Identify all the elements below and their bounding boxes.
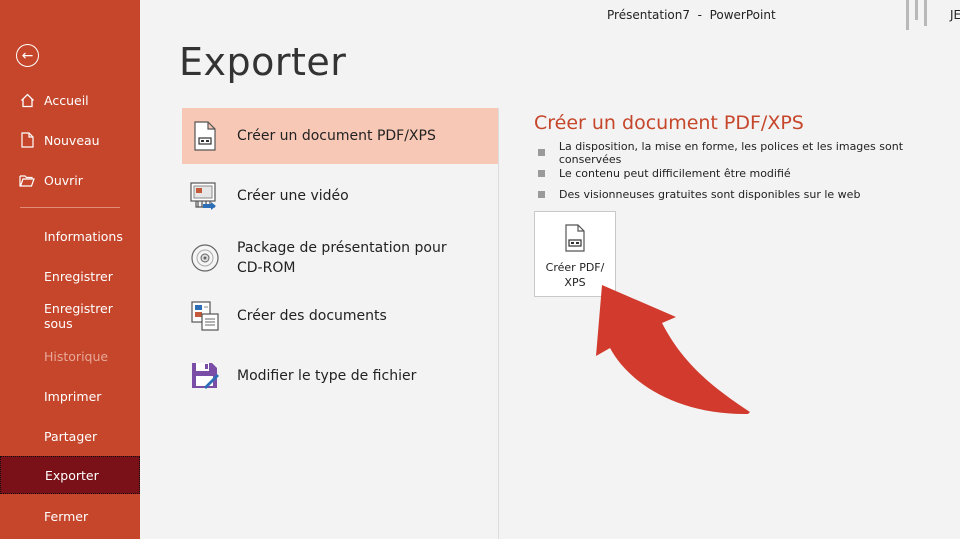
option-change-file-type[interactable]: Modifier le type de fichier xyxy=(182,348,498,404)
sidebar-item-label: Exporter xyxy=(45,467,99,483)
window-title: Présentation7 - PowerPoint xyxy=(607,8,776,22)
option-label-line1: Package de présentation pour xyxy=(237,240,447,256)
sidebar-item-label: Enregistrer sous xyxy=(44,301,113,331)
pdf-document-icon xyxy=(189,118,221,154)
bullet-marker xyxy=(538,191,545,198)
sidebar-item-label: Historique xyxy=(44,348,109,364)
option-label: Créer une vidéo xyxy=(237,188,349,204)
option-create-handouts[interactable]: Créer des documents xyxy=(182,288,498,344)
page-title: Exporter xyxy=(179,40,347,84)
open-folder-icon xyxy=(19,174,35,187)
sidebar-item-historique: Historique xyxy=(0,338,140,374)
bullet-text: La disposition, la mise en forme, les po… xyxy=(558,139,904,166)
sidebar-item-label: Ouvrir xyxy=(44,172,83,188)
pdf-document-icon xyxy=(564,224,586,256)
option-create-pdf-xps[interactable]: Créer un document PDF/XPS xyxy=(182,108,498,164)
annotation-arrow xyxy=(596,285,750,415)
detail-bullets: La disposition, la mise en forme, les po… xyxy=(538,139,960,205)
sidebar-item-imprimer[interactable]: Imprimer xyxy=(0,378,140,414)
panel-divider xyxy=(498,108,499,539)
sidebar-item-enregistrer[interactable]: Enregistrer xyxy=(0,258,140,294)
back-arrow-icon[interactable]: ← xyxy=(16,44,39,67)
sidebar-item-label: Nouveau xyxy=(44,132,100,148)
sidebar-divider xyxy=(20,207,120,208)
sidebar-item-label: Enregistrer xyxy=(44,268,113,284)
home-icon xyxy=(19,93,35,108)
sidebar-item-nouveau[interactable]: Nouveau xyxy=(0,122,140,158)
option-create-video[interactable]: Créer une vidéo xyxy=(182,168,498,224)
bullet-item: La disposition, la mise en forme, les po… xyxy=(538,139,960,166)
sidebar-item-label: Imprimer xyxy=(44,388,102,404)
detail-title: Créer un document PDF/XPS xyxy=(534,112,804,134)
bullet-marker xyxy=(538,170,545,177)
sidebar-item-label: Fermer xyxy=(44,508,89,524)
sidebar-item-label: Partager xyxy=(44,428,98,444)
bullet-item: Des visionneuses gratuites sont disponib… xyxy=(538,184,960,205)
new-file-icon xyxy=(19,132,35,148)
sidebar-item-enregistrer-sous[interactable]: Enregistrer sous xyxy=(0,298,140,334)
sidebar-item-fermer[interactable]: Fermer xyxy=(0,498,140,534)
bullet-item: Le contenu peut difficilement être modif… xyxy=(538,163,960,184)
sidebar-item-accueil[interactable]: Accueil xyxy=(0,82,140,118)
option-label: Créer des documents xyxy=(237,308,387,324)
user-initials[interactable]: JE xyxy=(950,8,960,22)
sidebar-item-exporter[interactable]: Exporter xyxy=(0,456,140,494)
option-label: Créer un document PDF/XPS xyxy=(237,128,436,144)
sidebar-item-label: Informations xyxy=(44,228,123,244)
option-label: Package de présentation pour CD-ROM xyxy=(237,238,447,278)
export-options-list: Créer un document PDF/XPS Créer une vidé… xyxy=(182,108,498,539)
sidebar-item-ouvrir[interactable]: Ouvrir xyxy=(0,162,140,198)
sidebar-item-label: Accueil xyxy=(44,92,89,108)
cd-rom-icon xyxy=(189,240,221,276)
bullet-text: Des visionneuses gratuites sont disponib… xyxy=(559,188,861,201)
sidebar-item-informations[interactable]: Informations xyxy=(0,218,140,254)
video-icon xyxy=(189,178,221,214)
bullet-marker xyxy=(538,149,545,156)
bullet-text: Le contenu peut difficilement être modif… xyxy=(559,167,791,180)
option-label-line2: CD-ROM xyxy=(237,260,296,276)
option-package-cd[interactable]: Package de présentation pour CD-ROM xyxy=(182,228,498,288)
sidebar-item-partager[interactable]: Partager xyxy=(0,418,140,454)
backstage-sidebar: ← Accueil Nouveau Ouvrir Informations En… xyxy=(0,0,140,539)
titlebar-decoration xyxy=(906,0,927,30)
handouts-icon xyxy=(189,298,221,334)
option-label: Modifier le type de fichier xyxy=(237,368,417,384)
save-as-type-icon xyxy=(189,358,221,394)
